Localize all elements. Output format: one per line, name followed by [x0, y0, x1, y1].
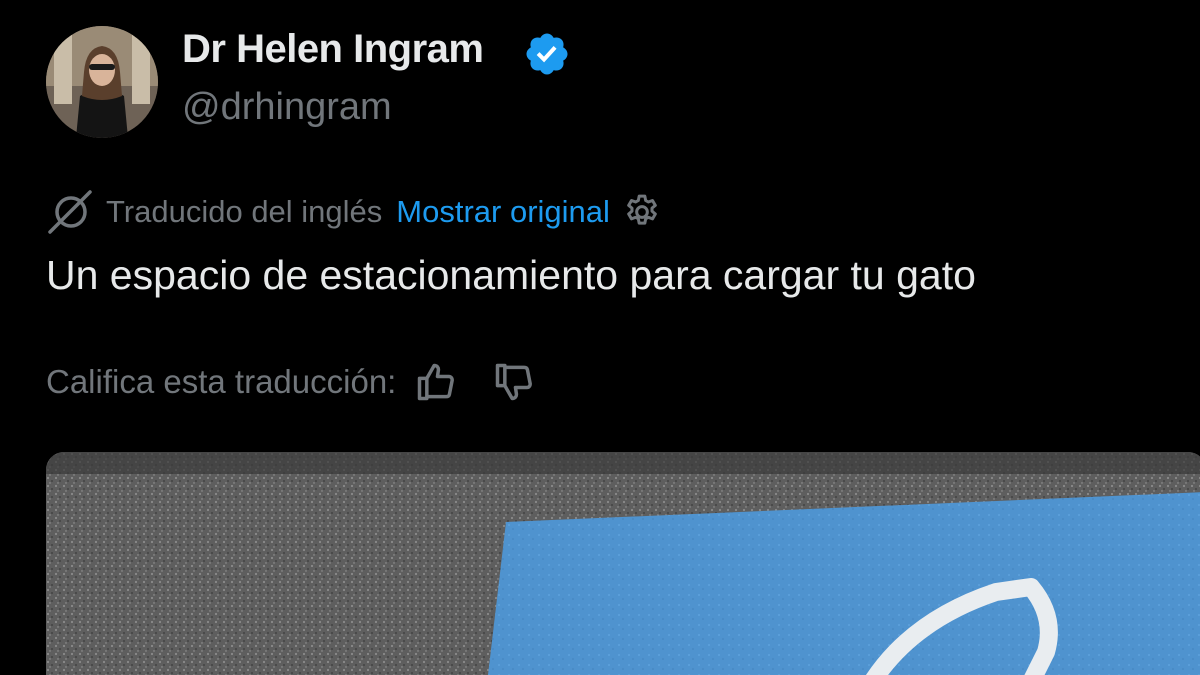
verified-badge-icon[interactable]: [523, 30, 571, 78]
tweet-text: Un espacio de estacionamiento para carga…: [46, 252, 976, 298]
tweet-card: Dr Helen Ingram @drhingram Traducido del…: [0, 0, 1200, 675]
show-original-link[interactable]: Mostrar original: [396, 194, 610, 230]
display-name[interactable]: Dr Helen Ingram: [182, 27, 484, 72]
thumbs-down-icon[interactable]: [492, 360, 536, 404]
rate-translation-label: Califica esta traducción:: [46, 363, 397, 400]
translated-from-label: Traducido del inglés: [106, 194, 383, 229]
gear-icon[interactable]: [622, 192, 662, 232]
translation-bar: Traducido del inglés Mostrar original: [46, 190, 662, 234]
avatar[interactable]: [46, 26, 158, 138]
profile-photo-icon: [46, 26, 158, 138]
user-handle[interactable]: @drhingram: [182, 86, 392, 129]
tweet-photo[interactable]: [46, 452, 1200, 675]
parking-space-photo: [46, 452, 1200, 675]
translate-icon: [48, 190, 92, 234]
thumbs-up-icon[interactable]: [414, 360, 458, 404]
rate-translation-bar: Califica esta traducción:: [46, 358, 536, 406]
